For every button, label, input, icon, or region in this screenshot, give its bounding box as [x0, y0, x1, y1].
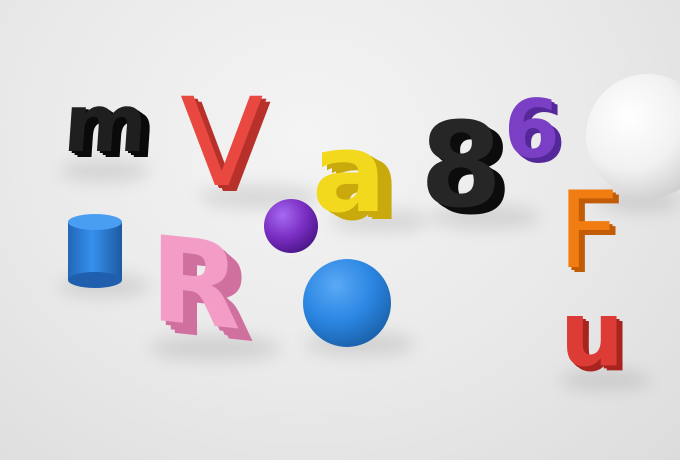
blue-cylinder	[68, 214, 122, 288]
letter-u: u	[560, 282, 625, 387]
letter-v: V	[180, 72, 264, 214]
letter-r: R	[150, 209, 241, 357]
digit-8: 8	[420, 96, 503, 234]
letter-m: m	[60, 77, 151, 170]
white-sphere	[586, 74, 680, 198]
letter-a: a	[312, 109, 387, 237]
digit-6: 6	[504, 83, 560, 176]
blue-sphere	[303, 259, 391, 347]
rendered-3d-scene: m V a 8 6 F u R	[0, 0, 680, 460]
purple-sphere	[264, 199, 318, 253]
